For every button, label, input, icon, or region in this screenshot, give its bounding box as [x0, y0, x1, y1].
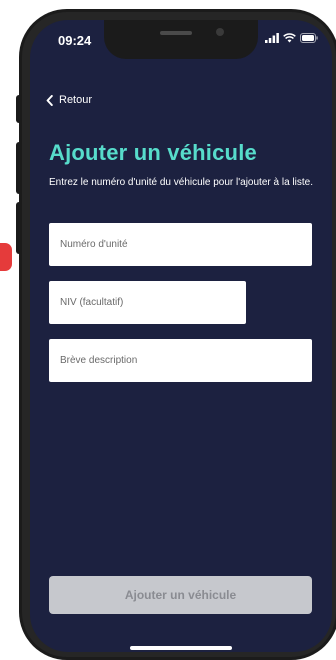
- back-label: Retour: [59, 94, 93, 106]
- signal-icon: [265, 33, 279, 43]
- unit-number-input[interactable]: [49, 223, 312, 266]
- home-indicator[interactable]: [130, 646, 232, 650]
- page-title: Ajouter un véhicule: [49, 140, 257, 165]
- description-input[interactable]: [49, 339, 312, 382]
- wifi-icon: [283, 33, 296, 43]
- status-time: 09:24: [58, 33, 92, 48]
- canvas: 09:24 Retour Ajouter un véhicule Entrez …: [0, 0, 336, 660]
- notch: [104, 20, 258, 59]
- app-screen: 09:24 Retour Ajouter un véhicule Entrez …: [30, 20, 332, 652]
- page-subtitle: Entrez le numéro d'unité du véhicule pou…: [49, 177, 313, 188]
- battery-icon: [300, 33, 318, 43]
- status-icons: [265, 33, 318, 43]
- add-vehicle-button[interactable]: Ajouter un véhicule: [49, 576, 312, 614]
- front-camera: [216, 28, 224, 36]
- phone-frame: 09:24 Retour Ajouter un véhicule Entrez …: [19, 9, 336, 660]
- speaker-grille: [160, 31, 192, 35]
- vin-input[interactable]: [49, 281, 246, 324]
- chevron-left-icon: [46, 94, 53, 106]
- red-marker: [0, 243, 12, 271]
- back-button[interactable]: Retour: [46, 94, 92, 106]
